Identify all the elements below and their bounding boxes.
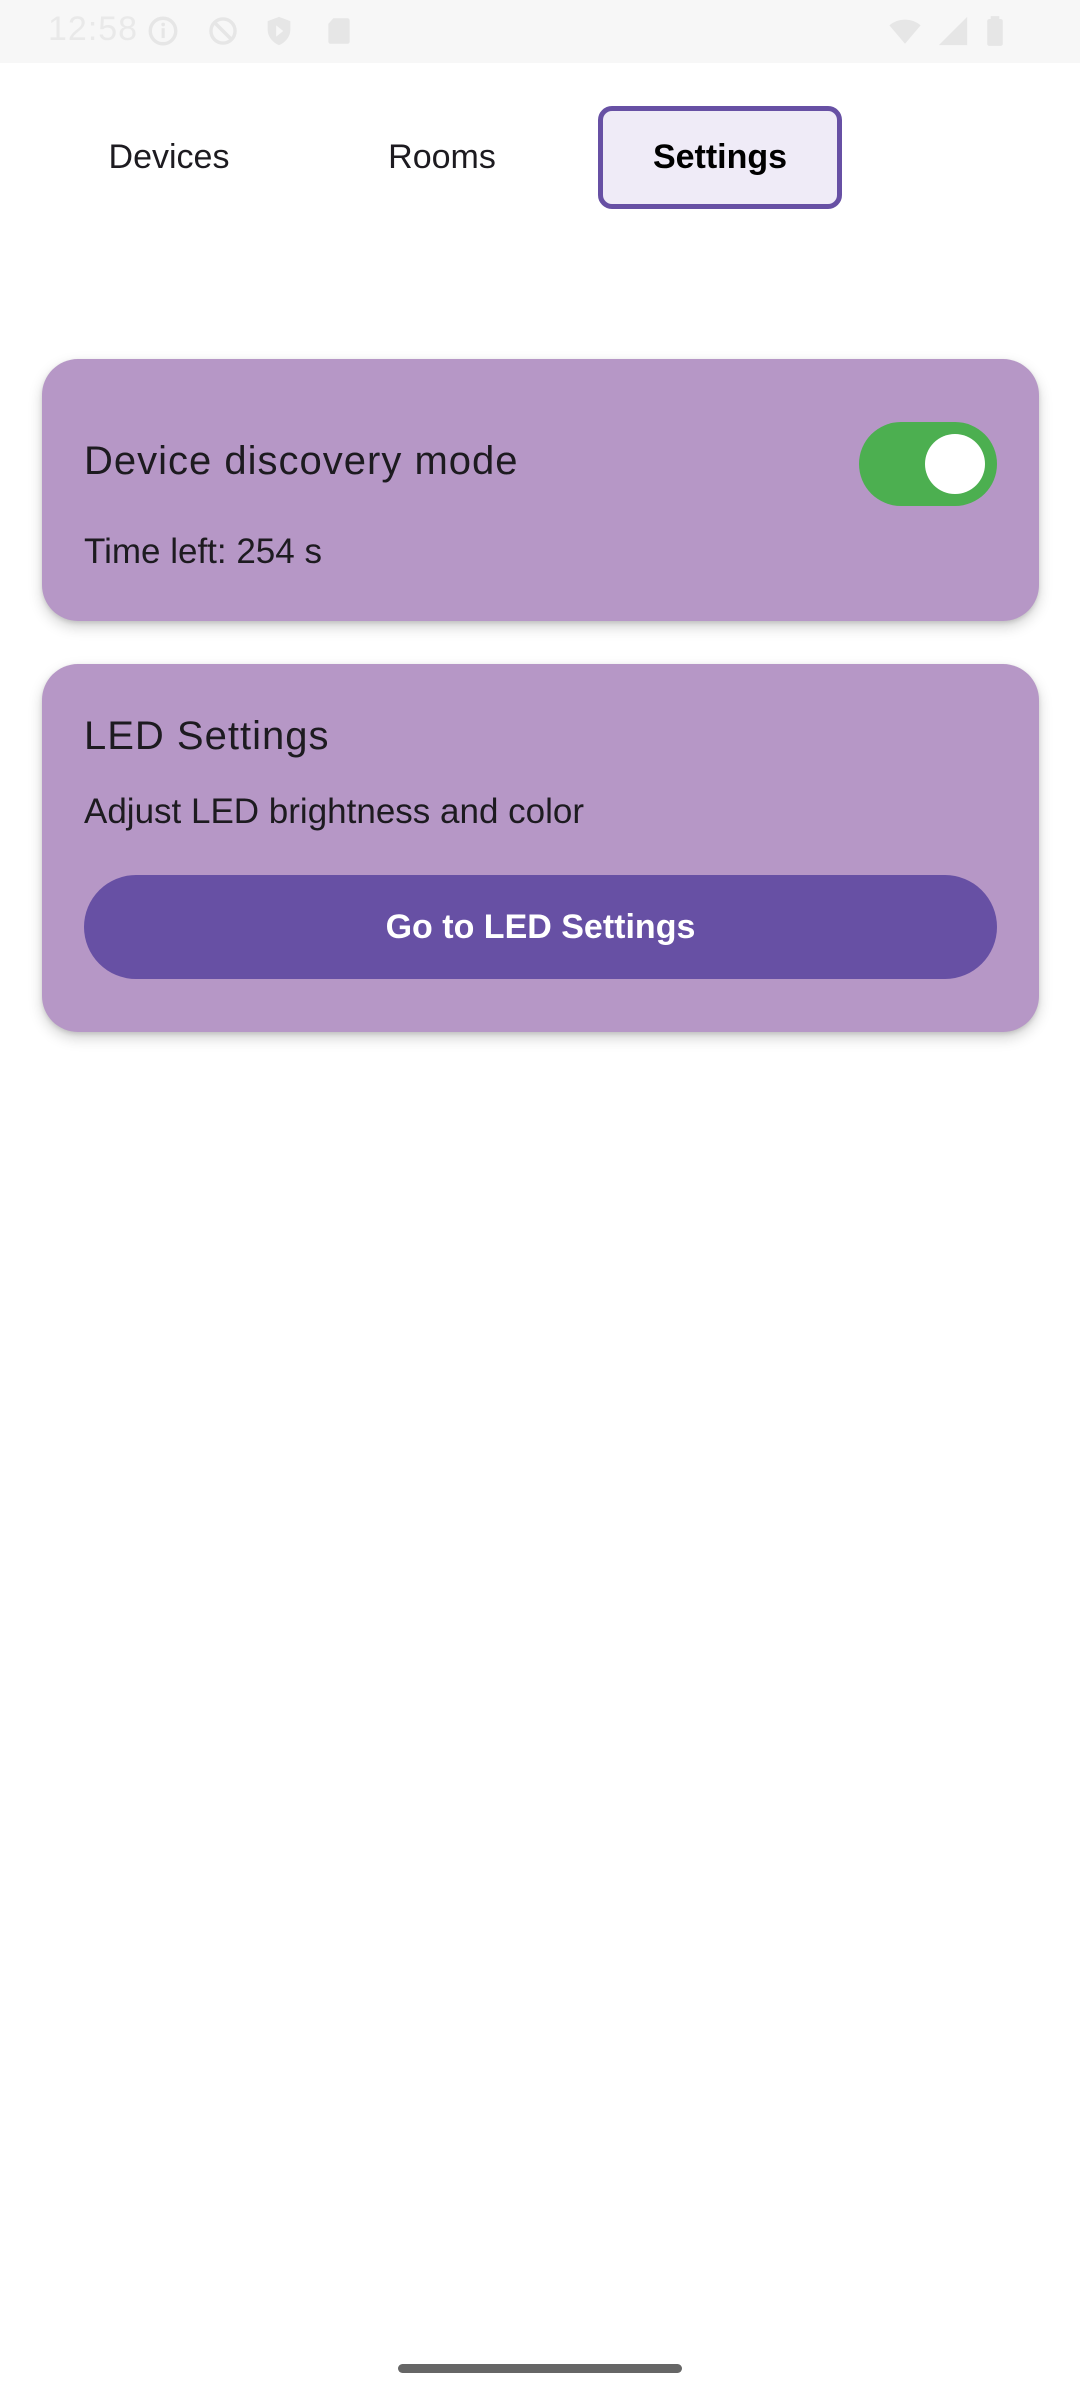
toggle-thumb <box>925 434 985 494</box>
led-settings-title: LED Settings <box>84 714 330 758</box>
sd-card-icon <box>322 14 356 48</box>
shield-icon <box>262 14 296 48</box>
go-to-led-settings-button[interactable]: Go to LED Settings <box>84 875 997 979</box>
discovery-time-left: Time left: 254 s <box>84 532 322 571</box>
device-discovery-toggle[interactable] <box>859 422 997 506</box>
battery-icon <box>978 14 1012 48</box>
tab-rooms[interactable]: Rooms <box>342 106 542 209</box>
tab-settings[interactable]: Settings <box>598 106 842 209</box>
cell-signal-icon <box>936 14 970 48</box>
device-discovery-card: Device discovery mode Time left: 254 s <box>42 359 1039 621</box>
status-time: 12:58 <box>48 10 139 48</box>
do-not-disturb-icon <box>206 14 240 48</box>
info-icon <box>146 14 180 48</box>
device-discovery-title: Device discovery mode <box>84 439 519 483</box>
gesture-navigation-bar[interactable] <box>398 2364 682 2373</box>
led-settings-card: LED Settings Adjust LED brightness and c… <box>42 664 1039 1032</box>
status-bar: 12:58 <box>0 0 1080 63</box>
tab-devices[interactable]: Devices <box>70 106 268 209</box>
led-settings-description: Adjust LED brightness and color <box>84 792 584 831</box>
wifi-icon <box>888 14 922 48</box>
